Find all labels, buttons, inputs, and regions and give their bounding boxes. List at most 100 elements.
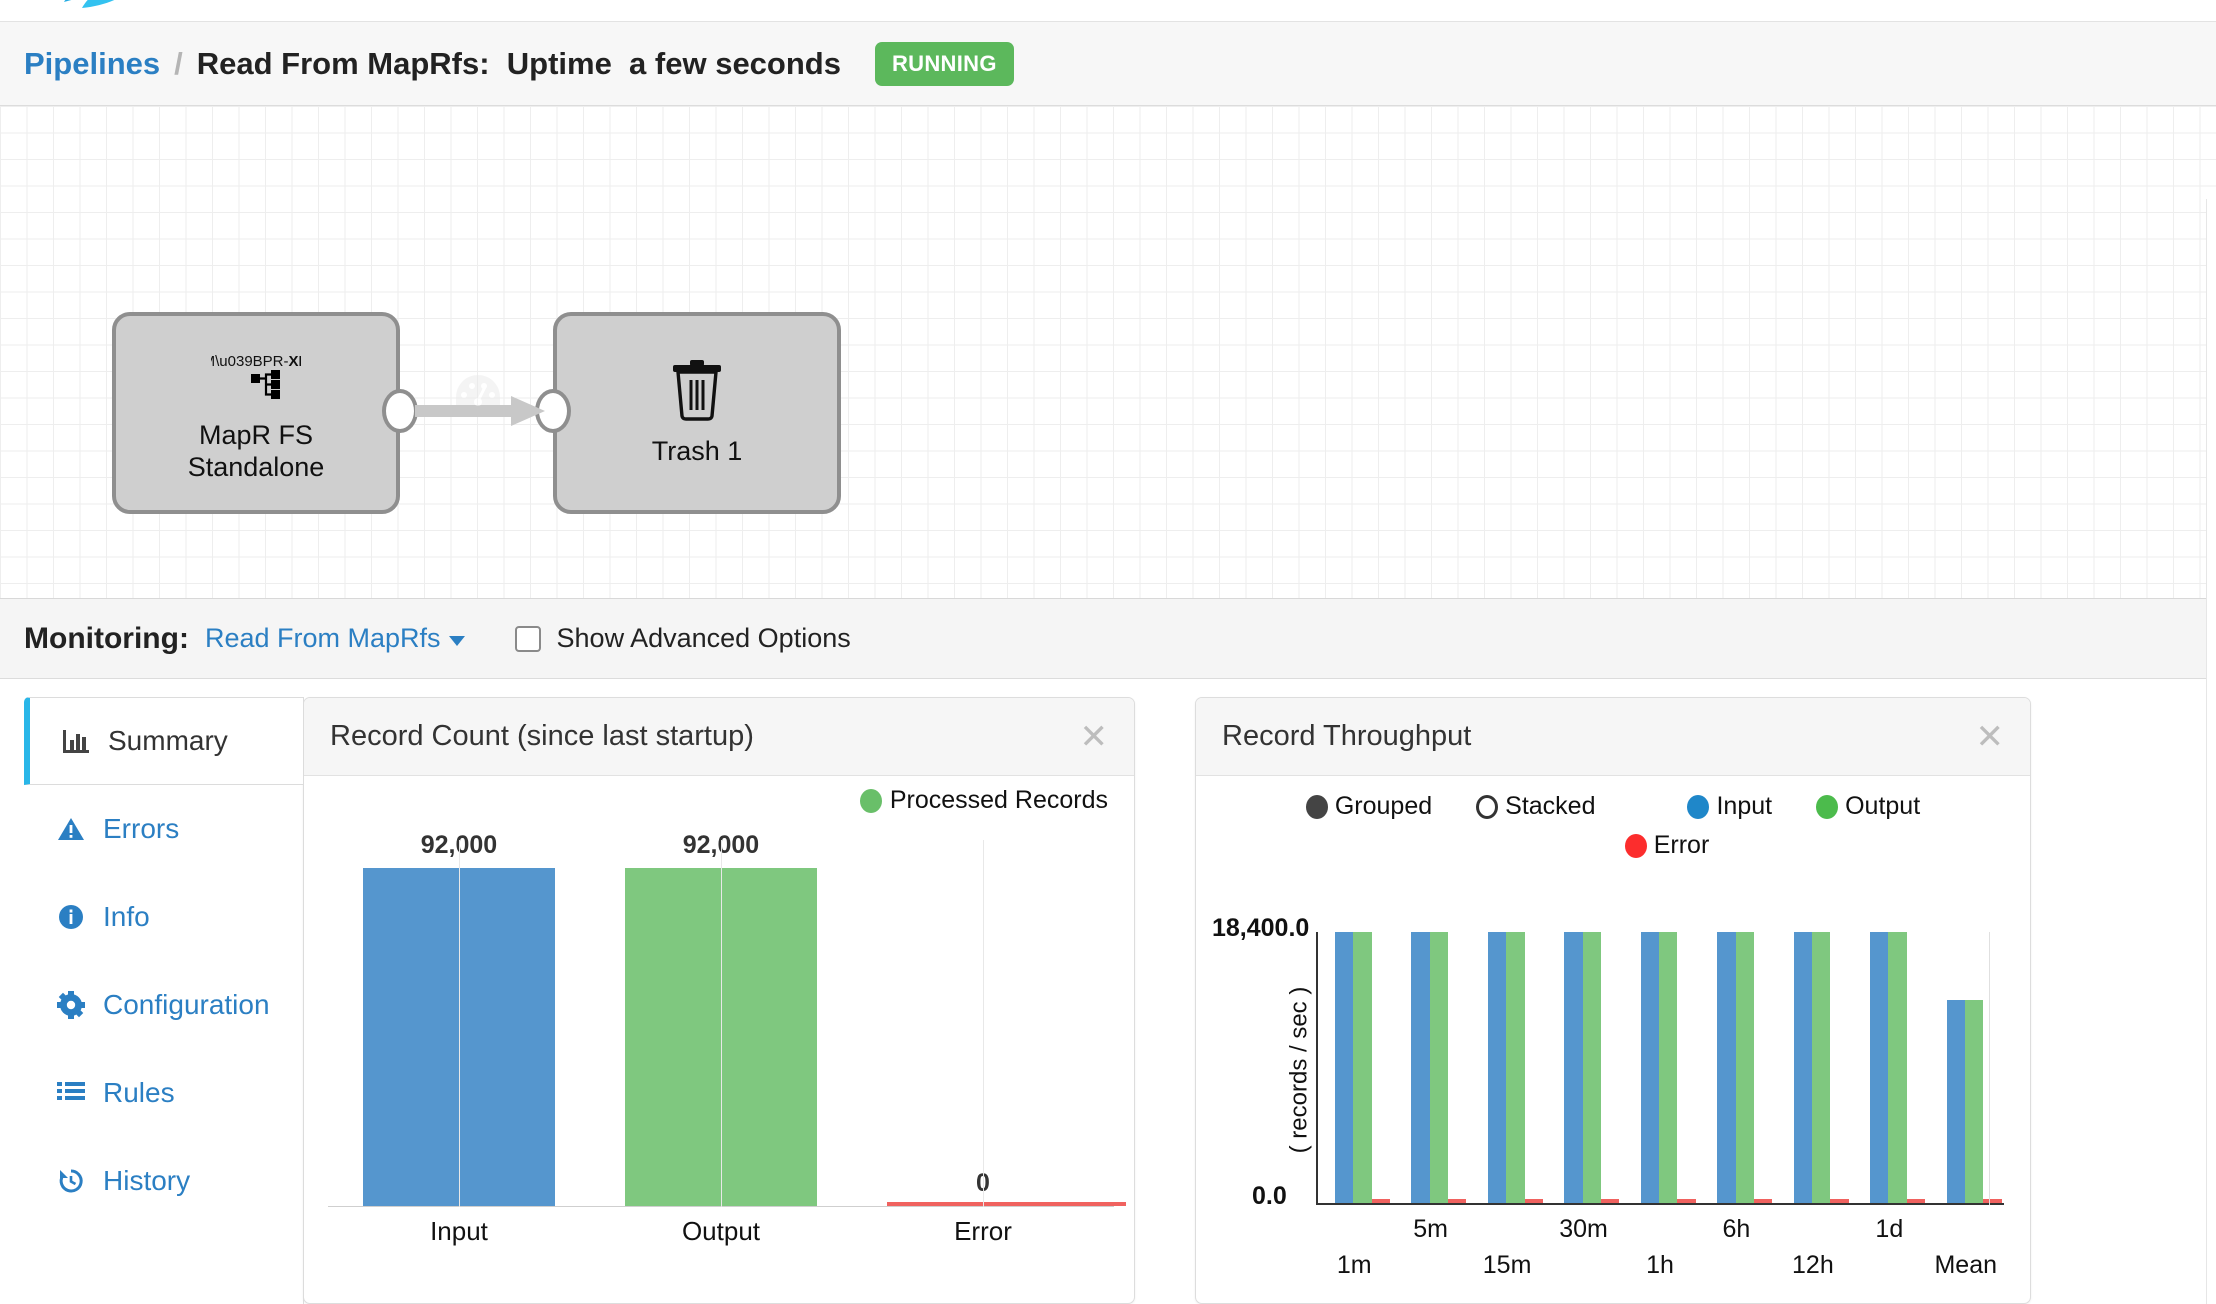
bar xyxy=(1870,932,1889,1203)
show-advanced-options-checkbox[interactable] xyxy=(514,625,541,652)
y-axis-title: ( records / sec ) xyxy=(1285,986,1313,1153)
bar xyxy=(1448,1199,1467,1203)
tab-history[interactable]: History xyxy=(24,1137,303,1225)
bar-group xyxy=(1946,932,2002,1203)
stage-label-line1: MapR FS xyxy=(198,420,314,451)
stage-label-line1: Trash 1 xyxy=(651,436,743,467)
tab-configuration[interactable]: Configuration xyxy=(24,961,303,1049)
monitoring-bar: Monitoring: Read From MapRfs Show Advanc… xyxy=(0,599,2216,679)
bar xyxy=(1524,1199,1543,1203)
bar xyxy=(1830,1199,1849,1203)
x-axis-tick-label: 5m xyxy=(1413,1215,1449,1243)
bar-group xyxy=(1640,932,1696,1203)
x-axis-tick-label: Output xyxy=(681,1216,761,1246)
x-axis-tick-label: Mean xyxy=(1934,1251,1998,1279)
radio-unselected-icon xyxy=(1476,794,1499,819)
page-scrollbar[interactable] xyxy=(2206,199,2216,1304)
x-axis-tick-label: 6h xyxy=(1722,1215,1751,1243)
bar xyxy=(1429,932,1449,1203)
gridline xyxy=(983,840,984,1207)
record-count-card: Record Count (since last startup) ✕ Proc… xyxy=(303,697,1135,1304)
x-axis-tick-label: Input xyxy=(430,1216,488,1246)
list-icon xyxy=(55,1081,87,1105)
page-title: Read From MapRfs: Uptime a few seconds xyxy=(196,45,841,81)
status-badge: RUNNING xyxy=(874,41,1014,86)
bar xyxy=(1753,1199,1773,1203)
zero-value-marker xyxy=(886,1202,1127,1206)
record-count-card-header: Record Count (since last startup) ✕ xyxy=(304,698,1134,776)
bar-group xyxy=(1870,932,1926,1203)
bar xyxy=(1582,932,1601,1203)
app-logo-strip xyxy=(0,0,2216,22)
legend-series-input[interactable]: Input xyxy=(1687,792,1772,821)
bar xyxy=(1964,999,1984,1203)
legend-label: Grouped xyxy=(1334,792,1433,820)
bar xyxy=(1983,1199,2002,1203)
svg-text:M\u039BPR-XD: M\u039BPR-XD xyxy=(211,353,301,370)
bar xyxy=(1717,932,1736,1203)
legend-swatch xyxy=(859,788,882,813)
tab-summary[interactable]: Summary xyxy=(24,697,303,785)
pipeline-stage-mapr-fs-standalone[interactable]: M\u039BPR-XD MapR FS Standalone xyxy=(112,312,400,514)
legend-series-output[interactable]: Output xyxy=(1816,792,1920,821)
bar-group xyxy=(1564,932,1620,1203)
record-throughput-legend: Grouped Stacked Input Output Error xyxy=(1196,792,2030,860)
bar-group xyxy=(1411,932,1467,1203)
gear-icon xyxy=(55,991,87,1019)
bar xyxy=(1946,999,1965,1203)
bar xyxy=(1793,932,1812,1203)
bar xyxy=(1506,932,1525,1203)
gridline xyxy=(1989,932,1991,1205)
breadcrumb-pipelines-link[interactable]: Pipelines xyxy=(24,46,160,82)
tab-label: History xyxy=(103,1165,191,1196)
monitoring-tabs: Summary Errors Info Configuration Rules … xyxy=(0,697,304,1304)
monitoring-body: Summary Errors Info Configuration Rules … xyxy=(0,199,2216,1304)
legend-label: Stacked xyxy=(1505,792,1596,820)
streamsets-logo-icon xyxy=(64,0,115,8)
bar-group xyxy=(1717,932,1773,1203)
pipeline-canvas[interactable]: M\u039BPR-XD MapR FS Standalone xyxy=(0,106,2216,599)
close-icon[interactable]: ✕ xyxy=(1976,720,2005,754)
legend-mode-grouped[interactable]: Grouped xyxy=(1305,792,1433,821)
legend-mode-stacked[interactable]: Stacked xyxy=(1476,792,1595,821)
tab-rules[interactable]: Rules xyxy=(24,1049,303,1137)
show-advanced-options-toggle[interactable]: Show Advanced Options xyxy=(514,623,851,654)
monitoring-pipeline-dropdown[interactable]: Read From MapRfs xyxy=(205,623,465,654)
stage-label-line2: Standalone xyxy=(187,452,325,482)
x-axis-line xyxy=(1316,1203,2004,1205)
legend-label: Input xyxy=(1716,792,1773,820)
breadcrumb: Pipelines / Read From MapRfs: Uptime a f… xyxy=(0,22,2216,106)
bar-group xyxy=(1487,932,1543,1203)
gridline xyxy=(721,840,722,1207)
stage-output-port[interactable] xyxy=(382,389,418,433)
monitoring-pipeline-value: Read From MapRfs xyxy=(204,623,441,653)
bar xyxy=(1334,932,1354,1203)
mapr-xd-icon: M\u039BPR-XD xyxy=(211,342,301,406)
tab-label: Configuration xyxy=(103,989,270,1020)
tab-info[interactable]: Info xyxy=(24,873,303,961)
legend-series-error[interactable]: Error xyxy=(1624,831,1710,860)
bar xyxy=(1411,932,1430,1203)
record-count-legend[interactable]: Processed Records xyxy=(859,786,1108,815)
bar xyxy=(1677,1199,1696,1203)
close-icon[interactable]: ✕ xyxy=(1080,720,1109,754)
history-clock-icon xyxy=(55,1167,87,1195)
pipeline-stage-label: MapR FS Standalone xyxy=(188,420,325,484)
pipeline-stage-trash-1[interactable]: Trash 1 xyxy=(553,312,841,514)
record-count-card-body: Processed Records 92,000 Input 92,000 Outpu… xyxy=(304,776,1134,1303)
legend-label: Processed Records xyxy=(889,786,1108,814)
legend-label: Error xyxy=(1653,831,1710,859)
warning-triangle-icon xyxy=(55,816,87,842)
monitoring-label: Monitoring: xyxy=(24,621,189,655)
chart-cards: Record Count (since last startup) ✕ Proc… xyxy=(303,697,2216,1304)
x-axis-tick-label: 30m xyxy=(1559,1215,1608,1243)
bar xyxy=(1487,932,1507,1203)
gridline xyxy=(458,840,460,1207)
record-throughput-plot: 1m 5m 15m 30m 1h 6h 12h 1d Mean xyxy=(1316,932,2004,1279)
y-axis-line xyxy=(1316,932,1318,1205)
bar xyxy=(1735,932,1754,1203)
bar-chart-icon xyxy=(60,728,92,754)
card-title: Record Throughput xyxy=(1222,720,1472,752)
tab-errors[interactable]: Errors xyxy=(24,785,303,873)
x-axis-tick-label: 15m xyxy=(1482,1251,1532,1279)
